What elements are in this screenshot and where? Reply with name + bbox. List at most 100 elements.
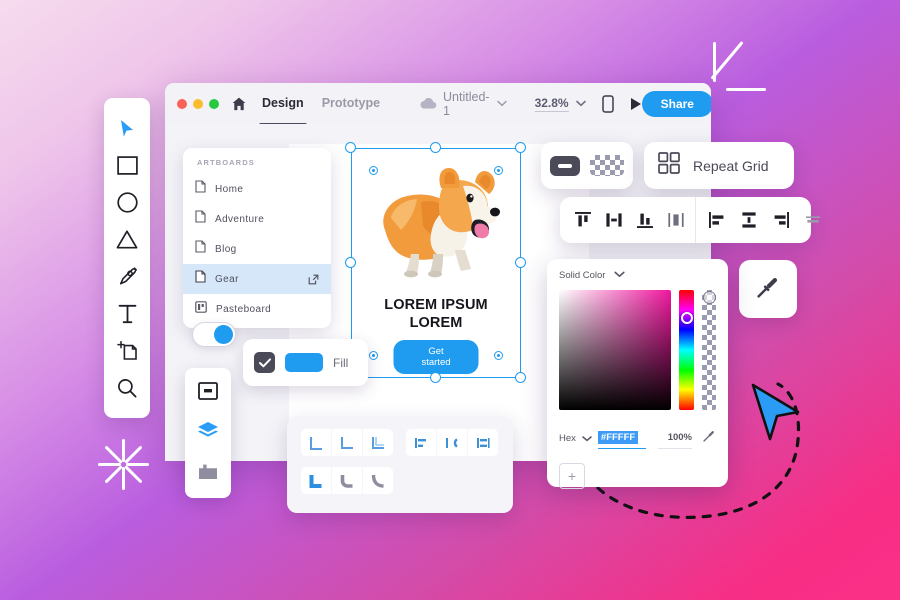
tab-prototype[interactable]: Prototype (321, 85, 381, 122)
canvas-selection[interactable]: LOREM IPSUM LOREM Get started (345, 142, 526, 383)
corner-radius-handle-bottom-right[interactable] (494, 351, 503, 360)
get-started-button[interactable]: Get started (393, 340, 479, 374)
text-wrap-icon[interactable] (437, 429, 467, 456)
fill-color-swatch[interactable] (285, 353, 323, 372)
border-all-icon[interactable] (363, 429, 393, 456)
corner-rounded-icon[interactable] (332, 467, 362, 494)
corner-radius-handle-top-right[interactable] (494, 166, 503, 175)
components-panel-icon[interactable] (195, 378, 221, 404)
artboard-icon (195, 180, 206, 198)
select-tool[interactable] (104, 110, 150, 147)
corner-radius-group (301, 467, 393, 494)
color-picker-footer: Hex #FFFFF 100% (559, 427, 716, 449)
text-tool[interactable] (104, 295, 150, 332)
align-horizontal-center-icon[interactable] (605, 211, 623, 229)
resize-handle-middle-left[interactable] (345, 257, 356, 268)
blue-arrow-cursor (748, 382, 804, 444)
play-icon[interactable] (630, 97, 642, 111)
color-picker-panel: Solid Color Hex #FFFFF 100% + (547, 259, 728, 489)
opacity-input[interactable]: 100% (658, 427, 692, 449)
pen-tool[interactable] (104, 258, 150, 295)
artboard-tool[interactable] (104, 332, 150, 369)
hex-input[interactable]: #FFFFF (597, 427, 646, 449)
alpha-slider[interactable] (702, 290, 716, 410)
layers-panel-icon[interactable] (195, 418, 221, 444)
align-vertical-center-icon[interactable] (667, 211, 685, 229)
corner-sharp-icon[interactable] (301, 467, 331, 494)
corner-radius-handle-bottom-left[interactable] (369, 351, 378, 360)
zoom-tool[interactable] (104, 369, 150, 406)
color-mode-dropdown[interactable]: Solid Color (559, 270, 716, 281)
polygon-tool[interactable] (104, 221, 150, 258)
fill-checkbox[interactable] (254, 352, 275, 373)
library-panel-icon[interactable] (195, 458, 221, 484)
corner-radius-handle-top-left[interactable] (369, 166, 378, 175)
transparency-checker-icon[interactable] (590, 155, 624, 176)
saturation-value-area[interactable] (559, 290, 671, 410)
resize-handle-middle-right[interactable] (515, 257, 526, 268)
hue-slider[interactable] (679, 290, 694, 410)
file-name[interactable]: Untitled-1 (443, 90, 490, 118)
align-right-icon[interactable] (772, 211, 790, 229)
text-align-left-icon[interactable] (406, 429, 436, 456)
zoom-level[interactable]: 32.8% (534, 96, 569, 112)
ellipse-tool[interactable] (104, 184, 150, 221)
zoom-chevron-down-icon[interactable] (575, 100, 586, 107)
abstract-lines-decoration (705, 41, 771, 92)
align-top-icon[interactable] (574, 211, 592, 229)
picker-eyedropper-icon[interactable] (702, 429, 716, 448)
chevron-down-icon[interactable] (614, 270, 626, 281)
sidebar-item-gear[interactable]: Gear (183, 264, 331, 294)
color-format-label: Hex (559, 432, 576, 444)
sidebar-item-blog[interactable]: Blog (183, 234, 331, 264)
resize-handle-bottom-center[interactable] (430, 372, 441, 383)
eyedropper-button[interactable] (739, 260, 797, 318)
window-controls[interactable] (177, 98, 219, 109)
file-chevron-down-icon[interactable] (496, 100, 507, 107)
resize-handle-bottom-right[interactable] (515, 372, 526, 383)
resize-handle-top-right[interactable] (515, 142, 526, 153)
corgi-dog-illustration[interactable] (371, 166, 501, 278)
side-panel (185, 368, 231, 498)
resize-handle-top-left[interactable] (345, 142, 356, 153)
distribute-vertical-icon[interactable] (740, 211, 758, 229)
sidebar-item-pasteboard[interactable]: Pasteboard (183, 294, 331, 324)
close-button[interactable] (177, 98, 187, 109)
artboard-icon (195, 210, 206, 228)
home-icon[interactable] (231, 96, 247, 112)
rectangle-tool[interactable] (104, 147, 150, 184)
tab-design[interactable]: Design (259, 85, 307, 127)
fill-label: Fill (333, 355, 349, 370)
artboard-heading: LOREM IPSUM LOREM (351, 296, 521, 332)
cloud-icon (419, 97, 437, 110)
align-bottom-icon[interactable] (636, 211, 654, 229)
sidebar-item-label: Gear (215, 273, 239, 285)
corner-row-2 (301, 467, 499, 494)
external-link-icon[interactable] (308, 274, 319, 285)
sidebar-item-home[interactable]: Home (183, 174, 331, 204)
align-group-horizontal (695, 197, 834, 243)
hue-slider-knob[interactable] (680, 311, 693, 324)
border-top-left-icon[interactable] (301, 429, 331, 456)
artboards-panel: ARTBOARDS Home Adventure Blog Gear Paste… (183, 148, 331, 328)
add-swatch-button[interactable]: + (559, 463, 585, 489)
solid-fill-icon[interactable] (550, 155, 580, 176)
visibility-toggle[interactable] (192, 322, 236, 347)
share-button[interactable]: Share (641, 90, 711, 117)
alpha-slider-knob[interactable] (702, 291, 716, 304)
title-bar: Design Prototype Untitled-1 32.8% Share (165, 83, 711, 127)
border-bottom-left-icon[interactable] (332, 429, 362, 456)
repeat-grid-panel[interactable]: Repeat Grid (644, 142, 794, 189)
eyedropper-icon (755, 274, 781, 305)
resize-handle-top-center[interactable] (430, 142, 441, 153)
format-chevron-down-icon[interactable] (582, 429, 592, 447)
align-left-icon[interactable] (708, 211, 726, 229)
sidebar-item-adventure[interactable]: Adventure (183, 204, 331, 234)
device-preview-icon[interactable] (601, 94, 614, 113)
corner-smooth-icon[interactable] (363, 467, 393, 494)
text-indent-icon[interactable] (468, 429, 498, 456)
distribute-horizontal-icon[interactable] (804, 211, 822, 229)
minimize-button[interactable] (193, 98, 203, 109)
fill-mode-panel (541, 142, 633, 189)
maximize-button[interactable] (209, 98, 219, 109)
